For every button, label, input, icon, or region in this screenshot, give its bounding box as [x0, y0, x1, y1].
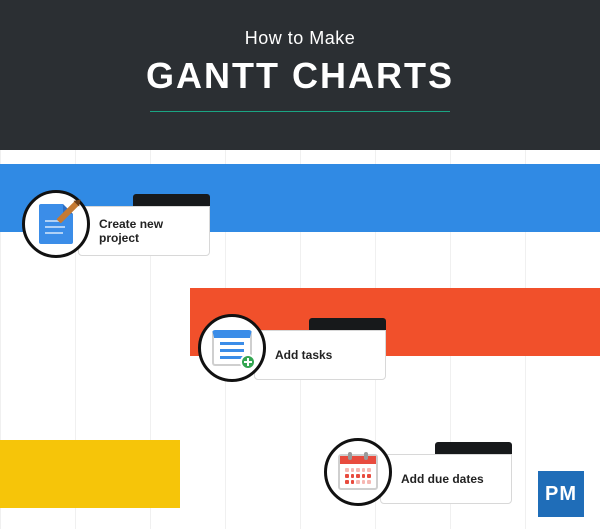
step-label: Add tasks: [254, 330, 386, 380]
pm-logo: PM: [538, 471, 584, 517]
header-underline: [150, 111, 450, 112]
document-pencil-icon: [22, 190, 90, 258]
header-subtitle: How to Make: [0, 28, 600, 49]
step-label: Create new project: [78, 206, 210, 256]
step-create-project: Create new project: [22, 190, 210, 260]
step-add-due-dates: Add due dates: [324, 438, 512, 508]
step-label-box: Add due dates: [380, 442, 512, 504]
gantt-chart-area: Create new project Add tasks: [0, 150, 600, 529]
calendar-icon: [324, 438, 392, 506]
gantt-bar-3: [0, 440, 180, 508]
step-label-box: Add tasks: [254, 318, 386, 380]
header-title: GANTT CHARTS: [0, 55, 600, 97]
step-label-box: Create new project: [78, 194, 210, 256]
step-label: Add due dates: [380, 454, 512, 504]
header: How to Make GANTT CHARTS: [0, 0, 600, 150]
step-add-tasks: Add tasks: [198, 314, 386, 384]
checklist-add-icon: [198, 314, 266, 382]
